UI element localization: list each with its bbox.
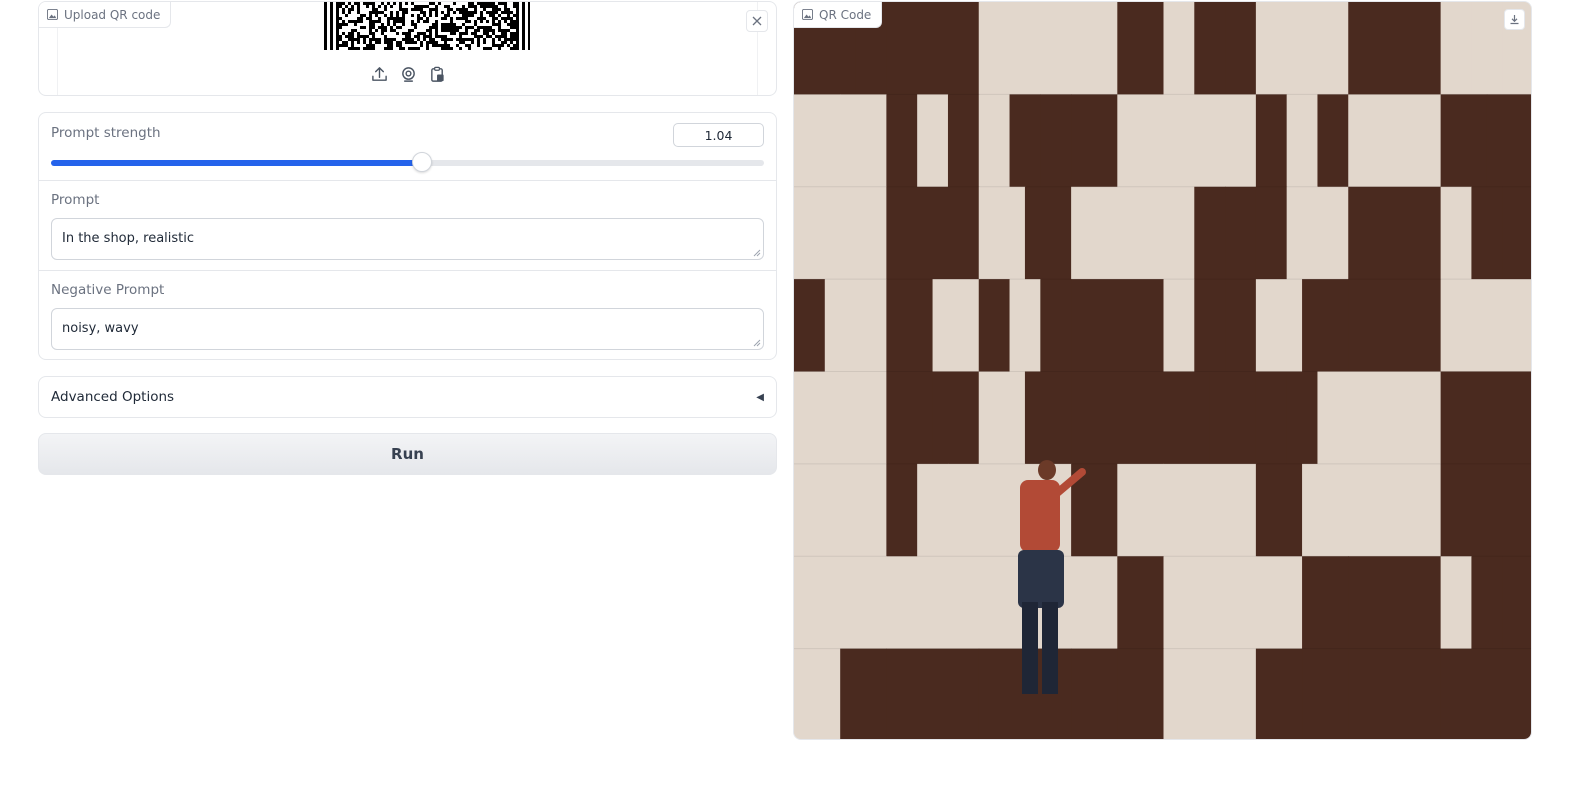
- upload-icon: [372, 67, 387, 81]
- prompt-strength-block: Prompt strength: [39, 113, 776, 180]
- download-icon: [1510, 15, 1519, 25]
- run-button[interactable]: Run: [38, 433, 777, 475]
- run-button-label: Run: [391, 445, 424, 463]
- slider-thumb[interactable]: [411, 152, 432, 172]
- negative-prompt-block: Negative Prompt noisy, wavy: [39, 271, 776, 359]
- clipboard-icon: [431, 66, 444, 82]
- negative-prompt-label: Negative Prompt: [51, 282, 165, 298]
- image-icon: [802, 9, 813, 20]
- download-button[interactable]: [1504, 9, 1525, 30]
- generated-qr-art-image: [794, 2, 1531, 739]
- advanced-options-accordion[interactable]: Advanced Options ◀: [38, 376, 777, 418]
- negative-prompt-value: noisy, wavy: [62, 321, 139, 336]
- prompt-label: Prompt: [51, 192, 100, 208]
- settings-form: Prompt strength Prompt In the shop, real…: [38, 112, 777, 360]
- qr-code-preview-image: [324, 2, 530, 50]
- negative-prompt-textarea[interactable]: noisy, wavy: [51, 308, 764, 350]
- upload-source-toolbar: [370, 65, 447, 84]
- upload-qr-label-tag: Upload QR code: [39, 2, 172, 28]
- prompt-strength-slider[interactable]: [51, 152, 764, 172]
- clear-upload-button[interactable]: [746, 10, 768, 32]
- output-label: QR Code: [819, 7, 872, 22]
- qr-code-output-panel: QR Code: [793, 1, 1532, 740]
- caret-left-icon: ◀: [756, 391, 764, 403]
- prompt-textarea[interactable]: In the shop, realistic: [51, 218, 764, 260]
- prompt-strength-label: Prompt strength: [51, 125, 161, 141]
- resize-handle-icon[interactable]: [753, 249, 761, 257]
- webcam-source-button[interactable]: [399, 65, 418, 84]
- upload-file-button[interactable]: [370, 65, 389, 84]
- clipboard-source-button[interactable]: [428, 65, 447, 84]
- resize-handle-icon[interactable]: [753, 339, 761, 347]
- upload-qr-panel[interactable]: Upload QR code: [38, 1, 777, 96]
- prompt-value: In the shop, realistic: [62, 231, 195, 246]
- upload-qr-label: Upload QR code: [64, 7, 161, 22]
- webcam-icon: [402, 67, 415, 82]
- prompt-strength-number-input[interactable]: [673, 123, 764, 147]
- prompt-block: Prompt In the shop, realistic: [39, 181, 776, 270]
- slider-fill: [51, 160, 422, 166]
- close-icon: [752, 16, 762, 26]
- image-icon: [47, 9, 58, 20]
- output-label-tag: QR Code: [794, 2, 883, 28]
- advanced-options-label: Advanced Options: [51, 389, 175, 405]
